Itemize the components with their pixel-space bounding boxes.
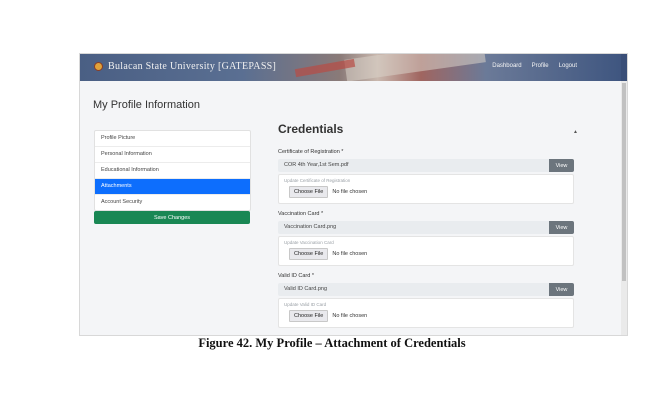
navbar: Bulacan State University [GATEPASS] Dash… xyxy=(80,54,621,81)
choose-file-button[interactable]: Choose File xyxy=(289,310,329,322)
current-file-row: Valid ID Card.png View xyxy=(278,283,574,296)
field-label: Vaccination Card * xyxy=(278,211,574,217)
banner-decoration xyxy=(344,54,486,81)
nav-profile[interactable]: Profile xyxy=(532,63,549,69)
current-file-name: Vaccination Card.png xyxy=(284,224,337,230)
file-input[interactable]: Choose File No file chosen xyxy=(284,248,568,260)
current-file-row: Vaccination Card.png View xyxy=(278,221,574,234)
view-button[interactable]: View xyxy=(549,283,574,296)
required-mark: * xyxy=(321,211,324,217)
navbar-scroll-edge xyxy=(621,54,627,81)
choose-file-button[interactable]: Choose File xyxy=(289,186,329,198)
nav-links: Dashboard Profile Logout xyxy=(492,63,577,69)
university-seal-icon xyxy=(94,62,103,71)
upload-label: Update Certificate of Registration xyxy=(284,178,351,183)
field-label: Valid ID Card * xyxy=(278,273,574,279)
brand-link[interactable]: Bulacan State University [GATEPASS] xyxy=(94,61,276,72)
upload-box: Update Valid ID Card Choose File No file… xyxy=(278,298,574,328)
app-screenshot: Bulacan State University [GATEPASS] Dash… xyxy=(79,53,628,336)
choose-file-button[interactable]: Choose File xyxy=(289,248,329,260)
no-file-text: No file chosen xyxy=(332,313,368,319)
file-input[interactable]: Choose File No file chosen xyxy=(284,186,568,198)
profile-sidebar: Profile Picture Personal Information Edu… xyxy=(94,130,251,211)
view-button[interactable]: View xyxy=(549,159,574,172)
required-mark: * xyxy=(341,149,344,155)
file-input[interactable]: Choose File No file chosen xyxy=(284,310,568,322)
field-label-text: Valid ID Card xyxy=(278,273,311,279)
field-label-text: Certificate of Registration xyxy=(278,149,340,155)
no-file-text: No file chosen xyxy=(332,251,368,257)
credentials-panel: Credentials Certificate of Registration … xyxy=(278,122,574,335)
scrollbar-thumb[interactable] xyxy=(622,83,626,281)
no-file-text: No file chosen xyxy=(332,189,368,195)
sidebar-item-personal-information[interactable]: Personal Information xyxy=(95,147,250,163)
current-file-name: COR 4th Year,1st Sem.pdf xyxy=(284,162,349,168)
figure-caption: Figure 42. My Profile – Attachment of Cr… xyxy=(198,336,466,350)
credentials-title: Credentials xyxy=(278,122,344,136)
sidebar-item-profile-picture[interactable]: Profile Picture xyxy=(95,131,250,147)
current-file-name: Valid ID Card.png xyxy=(284,286,328,292)
current-file-row: COR 4th Year,1st Sem.pdf View xyxy=(278,159,574,172)
field-label-text: Vaccination Card xyxy=(278,211,320,217)
save-changes-button[interactable]: Save Changes xyxy=(94,211,250,224)
vertical-scrollbar[interactable] xyxy=(621,81,627,335)
nav-dashboard[interactable]: Dashboard xyxy=(492,63,521,69)
upload-box: Update Vaccination Card Choose File No f… xyxy=(278,236,574,266)
upload-label: Update Valid ID Card xyxy=(284,302,327,307)
brand-title: Bulacan State University [GATEPASS] xyxy=(108,61,277,72)
sidebar-item-attachments[interactable]: Attachments xyxy=(95,179,250,195)
upload-label: Update Vaccination Card xyxy=(284,240,334,245)
nav-logout[interactable]: Logout xyxy=(559,63,577,69)
upload-box: Update Certificate of Registration Choos… xyxy=(278,174,574,204)
required-mark: * xyxy=(311,273,314,279)
sidebar-item-account-security[interactable]: Account Security xyxy=(95,195,250,210)
page-title: My Profile Information xyxy=(93,99,200,111)
sidebar-item-educational-information[interactable]: Educational Information xyxy=(95,163,250,179)
field-label: Certificate of Registration * xyxy=(278,149,574,155)
view-button[interactable]: View xyxy=(549,221,574,234)
